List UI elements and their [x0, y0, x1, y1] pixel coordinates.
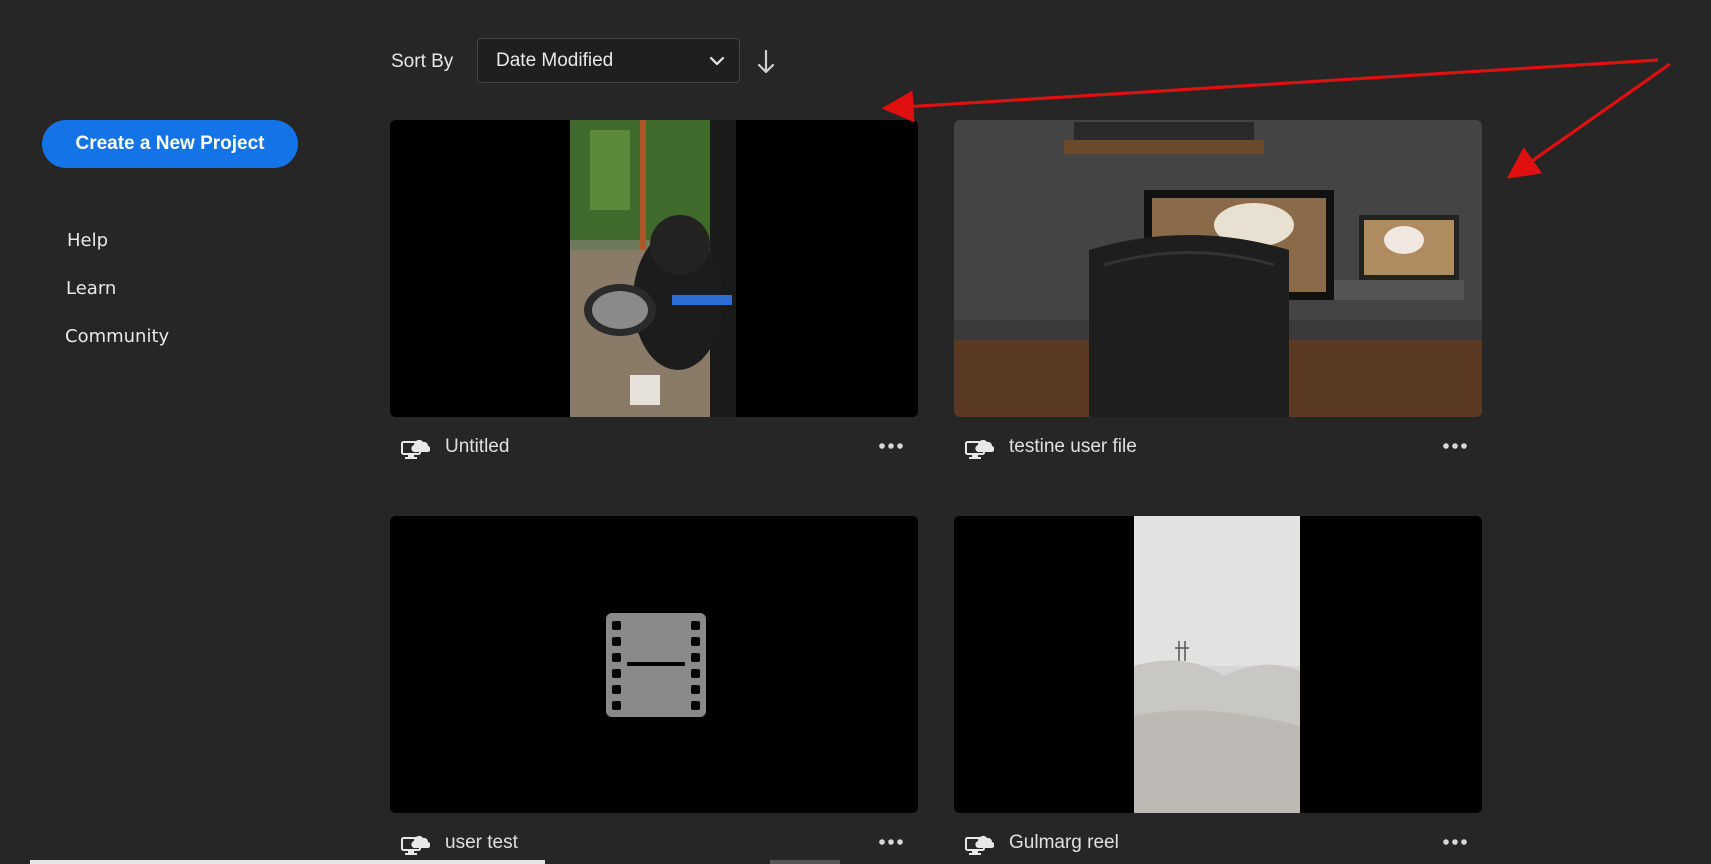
cloud-sync-icon: [965, 836, 994, 855]
more-options-icon[interactable]: [1438, 434, 1472, 458]
create-new-project-button[interactable]: Create a New Project: [42, 120, 298, 168]
cloud-sync-icon: [401, 836, 430, 855]
scrollbar-thumb[interactable]: [770, 860, 840, 864]
sort-by-label: Sort By: [391, 51, 454, 72]
snow-landscape-photo: [954, 516, 1482, 813]
cloud-sync-icon: [401, 440, 430, 459]
more-options-icon[interactable]: [874, 434, 908, 458]
chevron-down-icon: [709, 56, 725, 66]
project-thumbnail[interactable]: [954, 516, 1482, 813]
sidebar-link-help[interactable]: Help: [67, 230, 108, 251]
sort-dropdown[interactable]: Date Modified: [477, 38, 740, 83]
dog-in-car-window-photo: [390, 120, 918, 417]
arrow-down-icon[interactable]: [754, 48, 778, 76]
project-card[interactable]: Untitled: [390, 120, 918, 459]
sort-dropdown-value: Date Modified: [496, 49, 614, 71]
project-title[interactable]: Untitled: [445, 436, 509, 458]
annotation-arrow: [881, 58, 1659, 123]
project-card[interactable]: user test: [390, 516, 918, 855]
project-thumbnail[interactable]: [390, 516, 918, 813]
film-placeholder-icon: [390, 516, 918, 813]
more-options-icon[interactable]: [874, 830, 908, 854]
desk-with-monitors-photo: [954, 120, 1482, 417]
horizontal-scrollbar[interactable]: [30, 860, 545, 864]
cloud-sync-icon: [965, 440, 994, 459]
project-title[interactable]: user test: [445, 832, 518, 854]
sidebar-link-community[interactable]: Community: [65, 326, 169, 347]
more-options-icon[interactable]: [1438, 830, 1472, 854]
project-thumbnail[interactable]: [954, 120, 1482, 417]
sidebar-link-learn[interactable]: Learn: [66, 278, 116, 299]
project-card[interactable]: Gulmarg reel: [954, 516, 1482, 855]
annotation-arrow: [1506, 62, 1671, 179]
project-title[interactable]: Gulmarg reel: [1009, 832, 1119, 854]
project-thumbnail[interactable]: [390, 120, 918, 417]
project-card[interactable]: testine user file: [954, 120, 1482, 459]
project-title[interactable]: testine user file: [1009, 436, 1137, 458]
